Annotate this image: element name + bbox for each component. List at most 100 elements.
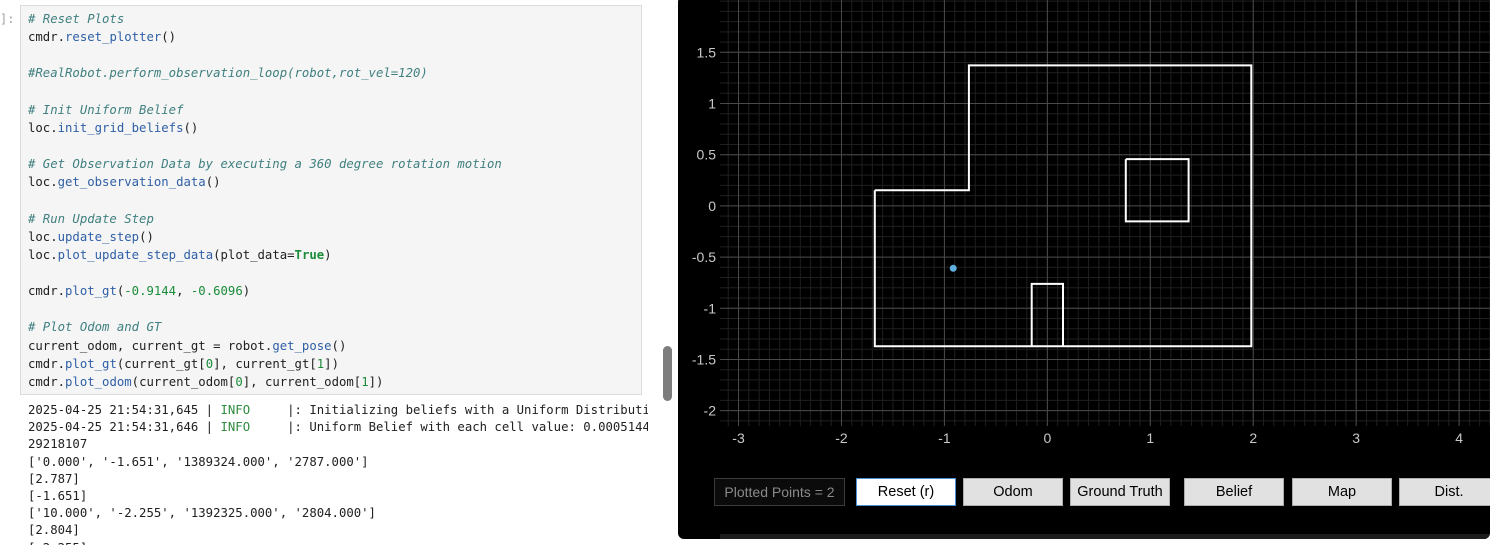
code-line-token: plot_gt: [65, 356, 117, 371]
code-line-token: plot_odom: [65, 374, 132, 389]
code-line-token: plot_update_step_data: [57, 247, 214, 262]
output-line-token: [-1.651]: [28, 488, 88, 503]
code-line-token: loc.: [28, 175, 58, 190]
window-bottom-edge: [720, 534, 1490, 539]
code-line-token: # Run Update Step: [28, 211, 154, 226]
output-line-token: ['10.000', '-2.255', '1392325.000', '280…: [28, 506, 376, 521]
x-tick-label: 2: [1249, 430, 1257, 446]
code-line-token: (plot_data=: [213, 247, 295, 262]
code-line-token: 0: [205, 356, 214, 371]
code-line: loc.init_grid_beliefs(): [28, 121, 641, 139]
code-line: # Get Observation Data by executing a 36…: [28, 157, 641, 175]
code-line-token: -0.9144: [124, 284, 177, 299]
code-line-token: get_observation_data: [57, 175, 206, 190]
x-tick-label: -2: [835, 430, 848, 446]
dist-button[interactable]: Dist.: [1399, 478, 1490, 506]
plot-area[interactable]: [720, 0, 1490, 426]
output-line-token: |: Uniform Belief with each cell value: …: [250, 420, 648, 435]
x-tick-label: -1: [938, 430, 951, 446]
y-tick-label: 1.5: [697, 44, 717, 60]
code-line: #RealRobot.perform_observation_loop(robo…: [28, 66, 641, 84]
code-line-token: update_step: [57, 229, 140, 244]
trajectory-plot[interactable]: -3 -2 -1 0 1 2 3 4 1.5 1 0.5 0 -0.5 -1 -1.5 -2: [678, 0, 1490, 539]
code-line-token: init_grid_beliefs: [57, 120, 184, 135]
code-line: # Plot Odom and GT: [28, 320, 641, 338]
y-tick-label: -1: [704, 300, 717, 316]
y-tick-label: 0.5: [697, 147, 717, 163]
code-line: loc.update_step(): [28, 230, 641, 248]
code-line-token: 0: [235, 374, 243, 389]
code-line-token: current_odom, current_gt = robot.: [28, 338, 273, 353]
output-line-token: INFO: [220, 420, 251, 435]
output-line: ['0.000', '-1.651', '1389324.000', '2787…: [28, 455, 648, 472]
x-axis-tick-labels: -3 -2 -1 0 1 2 3 4: [732, 430, 1463, 446]
x-tick-label: 4: [1455, 430, 1463, 446]
code-line-token: # Init Uniform Belief: [28, 102, 184, 117]
code-line-token: loc.: [28, 229, 58, 244]
code-line-token: 1: [361, 374, 369, 389]
ground-truth-point: [949, 264, 957, 272]
code-line: cmdr.plot_gt(current_gt[0], current_gt[1…: [28, 357, 641, 375]
x-tick-label: 0: [1043, 430, 1051, 446]
code-line: cmdr.reset_plotter(): [28, 30, 641, 48]
code-line-token: plot_gt: [65, 284, 117, 299]
output-line-token: [2.804]: [28, 523, 80, 538]
code-line-token: (current_gt[: [116, 356, 206, 371]
code-line-token: ], current_gt[: [213, 356, 317, 371]
code-line-token: (): [161, 30, 177, 45]
output-text: 2025-04-25 21:54:31,645 | INFO |: Initia…: [28, 403, 648, 545]
output-line: ['10.000', '-2.255', '1392325.000', '280…: [28, 506, 648, 523]
map-button[interactable]: Map: [1292, 478, 1392, 506]
y-tick-label: -1.5: [692, 351, 716, 367]
output-line: 2025-04-25 21:54:31,645 | INFO |: Initia…: [28, 403, 648, 420]
code-line-token: # Plot Odom and GT: [28, 320, 162, 335]
x-tick-label: 3: [1352, 430, 1360, 446]
output-line-token: 29218107: [28, 437, 88, 452]
code-line: loc.get_observation_data(): [28, 175, 641, 193]
y-tick-label: 0: [708, 198, 716, 214]
odom-button[interactable]: Odom: [963, 478, 1063, 506]
code-line: cmdr.plot_gt(-0.9144, -0.6096): [28, 284, 641, 302]
x-tick-label: -3: [732, 430, 745, 446]
code-line: cmdr.plot_odom(current_odom[0], current_…: [28, 375, 641, 393]
cell-output: 2025-04-25 21:54:31,645 | INFO |: Initia…: [28, 403, 648, 545]
code-line-token: (): [139, 229, 154, 244]
code-line-token: reset_plotter: [65, 30, 162, 45]
code-line-token: (current_odom[: [131, 374, 236, 389]
ground-truth-button[interactable]: Ground Truth: [1070, 478, 1170, 506]
code-line-token: cmdr.: [28, 374, 66, 389]
code-line-token: ], current_odom[: [242, 374, 362, 389]
output-line-token: 2025-04-25 21:54:31,645 |: [28, 403, 221, 417]
code-editor[interactable]: # Reset Plots cmdr.reset_plotter() #RealR…: [21, 6, 641, 393]
plotter-window[interactable]: -3 -2 -1 0 1 2 3 4 1.5 1 0.5 0 -0.5 -1 -1.5 -2 Plotted…: [678, 0, 1490, 539]
code-line-token: cmdr.: [28, 284, 66, 299]
code-line-token: ]): [324, 356, 339, 371]
belief-button[interactable]: Belief: [1184, 478, 1284, 506]
output-line-token: [-2.255]: [28, 541, 87, 545]
y-tick-label: 1: [708, 96, 716, 112]
output-line-token: |: Initializing beliefs with a Uniform D…: [250, 403, 648, 417]
code-line-token: ): [324, 247, 332, 262]
code-line-token: ]): [368, 374, 384, 389]
code-line-token: loc.: [28, 247, 58, 262]
output-line: 2025-04-25 21:54:31,646 | INFO |: Unifor…: [28, 420, 648, 437]
plotted-points-counter: Plotted Points = 2: [714, 478, 845, 506]
code-line-token: (): [183, 120, 199, 135]
notebook-scrollbar-handle[interactable]: [663, 346, 672, 401]
code-line-token: loc.: [28, 120, 58, 135]
code-line-token: (): [205, 175, 221, 190]
code-line-token: #RealRobot.perform_observation_loop(robo…: [28, 66, 428, 81]
code-line-token: -0.6096: [190, 284, 243, 299]
output-line-token: ['0.000', '-1.651', '1389324.000', '2787…: [28, 454, 369, 469]
reset-button[interactable]: Reset (r): [856, 478, 956, 506]
output-line-token: INFO: [220, 403, 251, 417]
output-line: [-1.651]: [28, 489, 648, 506]
code-cell[interactable]: # Reset Plots cmdr.reset_plotter() #RealR…: [20, 5, 642, 395]
output-line: [2.787]: [28, 472, 648, 489]
code-line-token: ): [242, 284, 251, 299]
